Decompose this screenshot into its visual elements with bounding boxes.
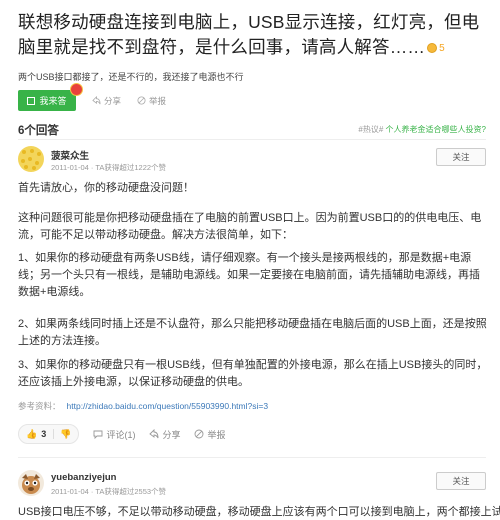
author-meta: 2011-01-04 · TA获得超过1222个赞 — [51, 163, 167, 172]
author-name[interactable]: 菠菜众生 — [51, 148, 89, 162]
comment-button[interactable]: 评论(1) — [93, 428, 135, 441]
report-button[interactable]: 举报 — [137, 95, 166, 107]
answer-actions: 👍 3 👎 评论(1) 分享 举报 — [18, 424, 225, 444]
follow-button[interactable]: 关注 — [436, 472, 486, 490]
share-icon — [149, 429, 159, 439]
answer-paragraph: 这种问题很可能是你把移动硬盘插在了电脑的前置USB口上。因为前置USB口的的供电… — [18, 212, 482, 241]
answer-paragraph: 1、如果你的移动硬盘有两条USB线，请仔细观察。有一个接头是接两根线的，那是数据… — [18, 252, 480, 298]
author-name[interactable]: yuebanziyejun — [51, 472, 116, 483]
answer-paragraph: USB接口电压不够，不足以带动移动硬盘，移动硬盘上应该有两个口可以接到电脑上，两… — [18, 506, 500, 518]
reward-badge: 5 — [427, 36, 445, 61]
share-button[interactable]: 分享 — [92, 95, 121, 107]
user-avatar-image — [18, 146, 44, 172]
user-avatar-image — [18, 470, 44, 496]
answer-body: 这种问题很可能是你把移动硬盘插在了电脑的前置USB口上。因为前置USB口的的供电… — [18, 210, 488, 244]
question-description: 两个USB接口都接了，还是不行的，我还接了电源也不行 — [18, 72, 244, 82]
share-icon — [92, 96, 101, 105]
question-title: 联想移动硬盘连接到电脑上，USB显示连接，红灯亮，但电脑里就是找不到盘符，是什么… — [18, 10, 486, 61]
answer-body: 1、如果你的移动硬盘有两条USB线，请仔细观察。有一个接头是接两根线的，那是数据… — [18, 250, 488, 301]
thumbs-down-icon[interactable]: 👎 — [60, 429, 71, 440]
author-meta: 2011-01-04 · TA获得超过2553个赞 — [51, 487, 167, 496]
answer-body: 2、如果两条线同时插上还是不认盘符，那么只能把移动硬盘插在电脑后面的USB上面，… — [18, 316, 488, 350]
edit-icon — [27, 96, 36, 105]
answer-header: 菠菜众生 2011-01-04 · TA获得超过1222个赞 关注 — [18, 146, 486, 176]
answer-paragraph: 3、如果你的移动硬盘只有一根USB线，但有单独配置的外接电源，那么在插上USB接… — [18, 359, 488, 388]
coin-icon — [427, 43, 438, 54]
answer-divider — [18, 457, 486, 458]
report-icon — [137, 96, 146, 105]
share-button[interactable]: 分享 — [149, 428, 180, 441]
answers-header: 6个回答 #热议# 个人养老金适合哪些人投资? — [18, 120, 486, 140]
answer-body: 3、如果你的移动硬盘只有一根USB线，但有单独配置的外接电源，那么在插上USB接… — [18, 357, 488, 391]
answer-body: 首先请放心，你的移动硬盘没问题！ — [18, 180, 488, 197]
avatar[interactable] — [18, 470, 44, 496]
follow-button[interactable]: 关注 — [436, 148, 486, 166]
answer-count: 6个回答 — [18, 125, 59, 137]
avatar[interactable] — [18, 146, 44, 172]
hot-topic-link[interactable]: #热议# 个人养老金适合哪些人投资? — [358, 124, 486, 135]
answer-body: USB接口电压不够，不足以带动移动硬盘，移动硬盘上应该有两个口可以接到电脑上，两… — [18, 504, 500, 520]
answer-paragraph: 2、如果两条线同时插上还是不认盘符，那么只能把移动硬盘插在电脑后面的USB上面，… — [18, 318, 487, 347]
answer-button[interactable]: 我来答 — [18, 83, 83, 111]
report-button[interactable]: 举报 — [194, 428, 225, 441]
answer-paragraph: 首先请放心，你的移动硬盘没问题！ — [18, 182, 194, 194]
comment-icon — [94, 430, 103, 439]
reference: 参考资料： http://zhidao.baidu.com/question/55… — [18, 401, 269, 411]
question-header: 联想移动硬盘连接到电脑上，USB显示连接，红灯亮，但电脑里就是找不到盘符，是什么… — [18, 10, 486, 61]
vote-count: 3 — [41, 429, 47, 439]
red-envelope-icon — [70, 83, 83, 96]
vote-widget: 👍 3 👎 — [18, 424, 80, 444]
answer-button-label: 我来答 — [39, 96, 67, 106]
vote-divider — [53, 429, 55, 439]
question-actions: 我来答 分享 举报 — [18, 83, 166, 111]
answer-header: yuebanziyejun 2011-01-04 · TA获得超过2553个赞 … — [18, 470, 486, 500]
report-icon — [195, 429, 204, 439]
reference-link[interactable]: http://zhidao.baidu.com/question/5590399… — [67, 401, 269, 411]
thumbs-up-icon[interactable]: 👍 — [26, 429, 37, 440]
